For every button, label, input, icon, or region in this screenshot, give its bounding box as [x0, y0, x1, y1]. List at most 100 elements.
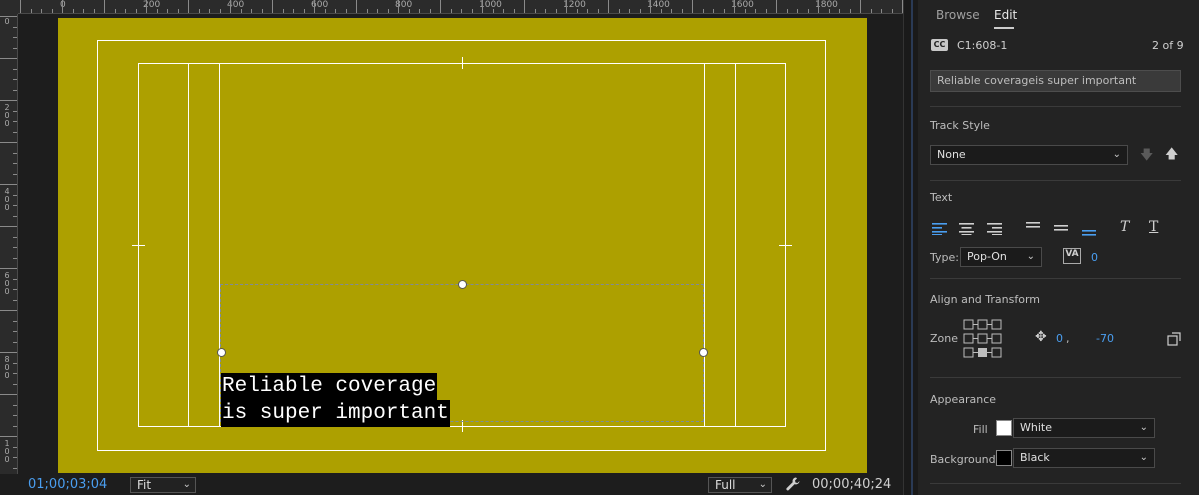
ruler-left-label: 100 — [4, 439, 10, 464]
fill-color-select[interactable]: White ⌄ — [1013, 418, 1155, 438]
ruler-tick — [818, 0, 819, 13]
ruler-tick — [13, 152, 17, 154]
push-style-down-icon[interactable]: 🡇 — [1140, 149, 1153, 162]
align-middle-icon[interactable] — [1054, 221, 1068, 233]
ruler-tick — [13, 278, 17, 280]
ruler-tick — [93, 9, 95, 13]
track-style-select[interactable]: None ⌄ — [930, 145, 1128, 165]
align-bottom-icon[interactable] — [1082, 224, 1096, 236]
tab-edit[interactable]: Edit — [994, 8, 1017, 22]
active-tab-indicator — [994, 27, 1014, 29]
underline-icon[interactable]: T — [1149, 220, 1158, 234]
track-style-value: None — [937, 148, 966, 161]
background-color-select[interactable]: Black ⌄ — [1013, 448, 1155, 468]
ruler-tick — [713, 9, 714, 13]
ruler-tick — [156, 9, 158, 13]
premiere-captions-ui: 0 200 400 600 800 1000 1200 1400 1600 18… — [0, 0, 1199, 495]
ruler-tick — [51, 9, 53, 13]
ruler-tick — [377, 9, 378, 13]
zone-grid-icon[interactable] — [963, 319, 1003, 359]
ruler-tick — [597, 9, 599, 13]
align-left-icon[interactable] — [932, 220, 947, 235]
position-y-value[interactable]: -70 — [1096, 332, 1114, 345]
move-icon[interactable]: ✥ — [1035, 330, 1047, 344]
panel-divider[interactable] — [903, 0, 918, 495]
tab-browse[interactable]: Browse — [936, 8, 980, 22]
background-color-swatch[interactable] — [996, 450, 1012, 466]
ruler-tick — [408, 9, 410, 13]
ruler-tick — [167, 9, 168, 13]
ruler-top[interactable]: 0 200 400 600 800 1000 1200 1400 1600 18… — [18, 0, 903, 14]
caption-text-overlay[interactable]: Reliable coverage is super important — [221, 373, 450, 427]
ruler-tick — [681, 9, 683, 13]
ruler-tick — [860, 0, 861, 13]
ruler-tick — [429, 9, 431, 13]
resolution-select-value: Full — [715, 478, 736, 492]
ruler-tick — [13, 415, 17, 416]
caption-box-handle-left[interactable] — [217, 348, 226, 357]
caption-counter: 2 of 9 — [1152, 39, 1184, 52]
ruler-left-label: 800 — [4, 355, 10, 380]
playback-resolution-select[interactable]: Full ⌄ — [708, 477, 772, 493]
align-right-icon[interactable] — [987, 220, 1002, 235]
ruler-tick — [0, 310, 17, 311]
ruler-tick — [104, 0, 105, 13]
ruler-tick — [545, 9, 546, 13]
ruler-tick — [0, 394, 17, 395]
ruler-tick — [13, 331, 17, 332]
ruler-tick — [198, 9, 200, 13]
align-top-icon[interactable] — [1026, 218, 1040, 230]
position-x-value[interactable]: 0 — [1056, 332, 1063, 345]
position-separator: , — [1066, 332, 1070, 345]
zoom-select[interactable]: Fit ⌄ — [130, 477, 196, 493]
ruler-tick — [471, 9, 473, 13]
ruler-left[interactable]: 0 200 400 600 800 100 — [0, 14, 18, 474]
ruler-tick — [0, 436, 17, 437]
ruler-corner — [0, 0, 18, 14]
current-timecode[interactable]: 01;00;03;04 — [28, 477, 107, 492]
grid-guide — [188, 63, 189, 427]
fill-color-value: White — [1020, 421, 1052, 434]
ruler-tick — [576, 9, 578, 13]
grid-guide — [704, 63, 705, 427]
ruler-tick — [13, 194, 17, 196]
align-center-icon[interactable] — [959, 220, 974, 235]
caption-line-1: Reliable coverage — [221, 373, 438, 400]
ruler-tick — [524, 0, 525, 13]
ruler-tick — [13, 383, 17, 385]
push-style-up-icon[interactable]: 🡅 — [1165, 148, 1178, 161]
ruler-tick — [13, 467, 17, 469]
italic-icon[interactable]: T — [1120, 220, 1129, 234]
section-divider — [930, 377, 1181, 378]
ruler-tick — [13, 215, 17, 217]
tracking-icon[interactable]: VA — [1063, 248, 1081, 264]
caption-box-handle-top[interactable] — [458, 280, 467, 289]
caption-text-field[interactable]: Reliable coverageis super important — [930, 70, 1181, 92]
ruler-tick — [13, 446, 17, 448]
background-color-value: Black — [1020, 451, 1050, 464]
resize-box-icon[interactable] — [1167, 331, 1181, 346]
ruler-tick — [146, 0, 147, 13]
ruler-tick — [776, 0, 777, 13]
ruler-tick — [72, 9, 74, 13]
ruler-tick — [293, 9, 294, 13]
ruler-left-label: 200 — [4, 103, 10, 128]
ruler-tick — [534, 9, 536, 13]
ruler-tick — [660, 9, 662, 13]
ruler-tick — [0, 268, 17, 269]
ruler-tick — [13, 362, 17, 364]
ruler-tick — [13, 26, 17, 28]
wrench-icon[interactable] — [785, 476, 801, 492]
caption-box-handle-right[interactable] — [699, 348, 708, 357]
ruler-tick — [13, 299, 17, 301]
caption-type-select[interactable]: Pop-On ⌄ — [960, 247, 1042, 267]
ruler-tick — [702, 9, 704, 13]
tracking-value[interactable]: 0 — [1091, 251, 1098, 264]
ruler-tick — [587, 9, 588, 13]
fill-color-swatch[interactable] — [996, 420, 1012, 436]
ruler-tick — [13, 131, 17, 133]
ruler-tick — [440, 0, 441, 13]
ruler-tick — [272, 0, 273, 13]
ruler-tick — [324, 9, 326, 13]
chevron-down-icon: ⌄ — [758, 479, 767, 490]
